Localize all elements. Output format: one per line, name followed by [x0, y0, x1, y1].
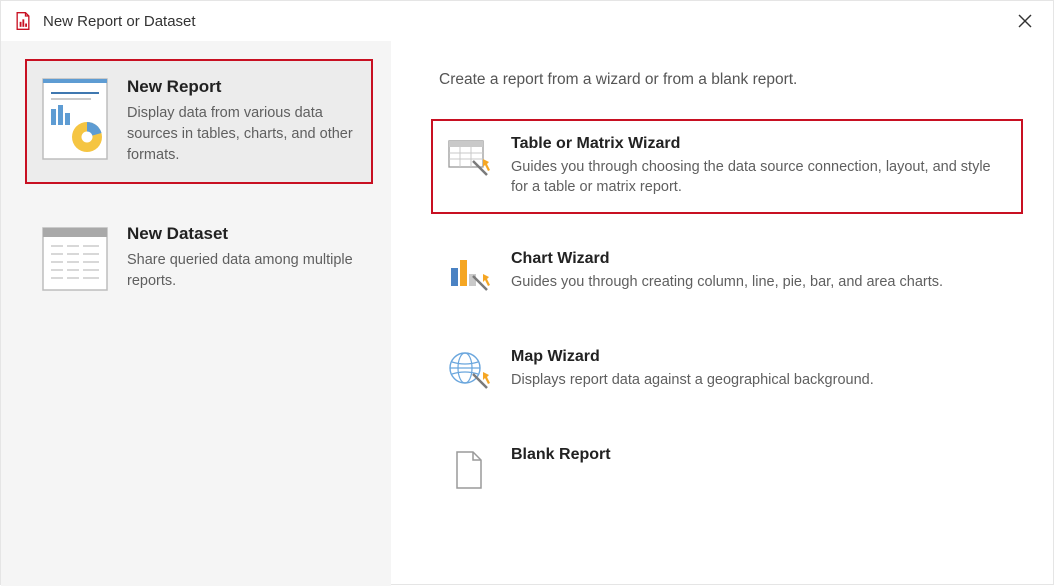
window-title: New Report or Dataset — [43, 13, 1009, 30]
main-panel: Create a report from a wizard or from a … — [391, 41, 1053, 586]
chart-wizard-title: Chart Wizard — [511, 250, 1007, 268]
map-wizard-desc: Displays report data against a geographi… — [511, 370, 1007, 390]
new-dataset-title: New Dataset — [127, 224, 359, 244]
table-wizard-title: Table or Matrix Wizard — [511, 135, 1007, 153]
blank-report-title: Blank Report — [511, 446, 1007, 464]
sidebar-item-new-dataset[interactable]: New Dataset Share queried data among mul… — [25, 206, 373, 326]
option-map-wizard[interactable]: Map Wizard Displays report data against … — [431, 332, 1023, 410]
map-wizard-icon — [447, 350, 491, 394]
new-report-desc: Display data from various data sources i… — [127, 103, 359, 166]
app-icon — [13, 11, 33, 31]
chart-wizard-icon — [447, 252, 491, 296]
dataset-thumbnail-icon — [39, 224, 111, 308]
table-wizard-icon — [447, 137, 491, 181]
sidebar: New Report Display data from various dat… — [1, 41, 391, 586]
table-wizard-desc: Guides you through choosing the data sou… — [511, 157, 1007, 198]
close-icon — [1018, 14, 1032, 28]
map-wizard-title: Map Wizard — [511, 348, 1007, 366]
report-thumbnail-icon — [39, 77, 111, 161]
titlebar: New Report or Dataset — [1, 1, 1053, 41]
new-dataset-desc: Share queried data among multiple report… — [127, 250, 359, 292]
close-button[interactable] — [1009, 5, 1041, 37]
blank-report-icon — [447, 448, 491, 492]
option-blank-report[interactable]: Blank Report — [431, 430, 1023, 508]
sidebar-item-new-report[interactable]: New Report Display data from various dat… — [25, 59, 373, 184]
option-table-wizard[interactable]: Table or Matrix Wizard Guides you throug… — [431, 119, 1023, 214]
new-report-title: New Report — [127, 77, 359, 97]
main-headline: Create a report from a wizard or from a … — [439, 71, 1023, 89]
option-chart-wizard[interactable]: Chart Wizard Guides you through creating… — [431, 234, 1023, 312]
chart-wizard-desc: Guides you through creating column, line… — [511, 272, 1007, 292]
